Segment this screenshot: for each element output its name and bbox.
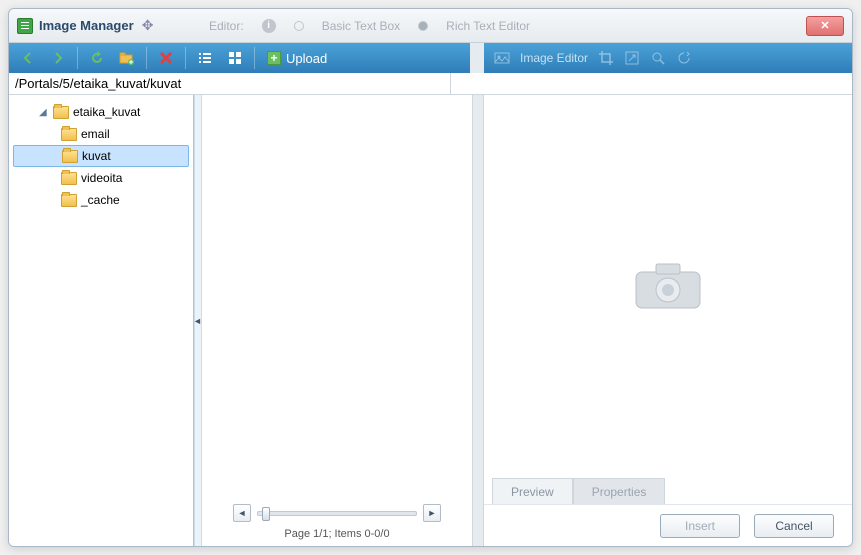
preview-area — [484, 95, 852, 478]
tree-node-email[interactable]: email — [9, 123, 193, 145]
collapse-icon[interactable]: ◢ — [39, 107, 49, 118]
tree-node-kuvat[interactable]: kuvat — [13, 145, 189, 167]
cancel-button[interactable]: Cancel — [754, 514, 834, 538]
camera-placeholder-icon — [628, 254, 708, 319]
tree-label: email — [81, 127, 110, 141]
folder-icon — [61, 194, 77, 207]
app-icon — [17, 18, 33, 34]
upload-label: Upload — [286, 51, 327, 66]
image-editor-icon — [494, 50, 510, 66]
tab-preview[interactable]: Preview — [492, 478, 573, 504]
preview-tabs: Preview Properties — [484, 478, 852, 504]
insert-button[interactable]: Insert — [660, 514, 740, 538]
tab-properties[interactable]: Properties — [573, 478, 666, 504]
prev-page-button[interactable]: ◄ — [233, 504, 251, 522]
tree-label: etaika_kuvat — [73, 105, 140, 119]
pager-status: Page 1/1; Items 0-0/0 — [202, 526, 472, 546]
refresh-button[interactable] — [86, 47, 108, 69]
splitter-handle[interactable] — [194, 95, 202, 546]
next-page-button[interactable]: ► — [423, 504, 441, 522]
tree-node-cache[interactable]: _cache — [9, 189, 193, 211]
titlebar[interactable]: Image Manager ✥ Editor: i Basic Text Box… — [9, 9, 852, 43]
radio-basic[interactable] — [294, 21, 304, 31]
tree-node-root[interactable]: ◢ etaika_kuvat — [9, 101, 193, 123]
plus-icon: + — [267, 51, 281, 65]
file-list[interactable] — [202, 95, 472, 500]
upload-button[interactable]: + Upload — [263, 51, 331, 66]
new-folder-button[interactable] — [116, 47, 138, 69]
window-title: Image Manager — [39, 18, 134, 33]
path-input[interactable] — [9, 73, 451, 94]
folder-tree: ◢ etaika_kuvat email kuvat videoita _cac… — [9, 95, 194, 546]
basic-text-label: Basic Text Box — [322, 19, 400, 33]
radio-rich[interactable] — [418, 21, 428, 31]
file-list-pane: ◄ ► Page 1/1; Items 0-0/0 — [202, 95, 472, 546]
rotate-icon[interactable] — [676, 50, 692, 66]
path-bar — [9, 73, 852, 95]
crop-icon[interactable] — [598, 50, 614, 66]
delete-button[interactable] — [155, 47, 177, 69]
move-icon[interactable]: ✥ — [139, 17, 157, 35]
tree-label: _cache — [81, 193, 120, 207]
grid-view-button[interactable] — [224, 47, 246, 69]
back-button[interactable] — [17, 47, 39, 69]
folder-icon — [62, 150, 78, 163]
image-manager-dialog: Image Manager ✥ Editor: i Basic Text Box… — [8, 8, 853, 547]
tree-node-videoita[interactable]: videoita — [9, 167, 193, 189]
preview-pane: Preview Properties Insert Cancel — [484, 95, 852, 546]
size-slider[interactable] — [257, 511, 417, 516]
dialog-buttons: Insert Cancel — [484, 504, 852, 546]
forward-button[interactable] — [47, 47, 69, 69]
toolbar: + Upload Image Editor — [9, 43, 852, 73]
image-editor-label: Image Editor — [520, 51, 588, 65]
editor-label: Editor: — [209, 19, 244, 33]
slider-thumb[interactable] — [262, 507, 270, 521]
resize-icon[interactable] — [624, 50, 640, 66]
info-icon: i — [262, 19, 276, 33]
close-button[interactable]: ✕ — [806, 16, 844, 36]
pager: ◄ ► — [202, 500, 472, 526]
editor-mode-row: Editor: i Basic Text Box Rich Text Edito… — [209, 19, 530, 33]
folder-icon — [61, 172, 77, 185]
tree-label: videoita — [81, 171, 122, 185]
pane-gap — [472, 95, 484, 546]
tree-label: kuvat — [82, 149, 111, 163]
folder-icon — [61, 128, 77, 141]
zoom-icon[interactable] — [650, 50, 666, 66]
list-view-button[interactable] — [194, 47, 216, 69]
rich-text-label: Rich Text Editor — [446, 19, 530, 33]
folder-icon — [53, 106, 69, 119]
